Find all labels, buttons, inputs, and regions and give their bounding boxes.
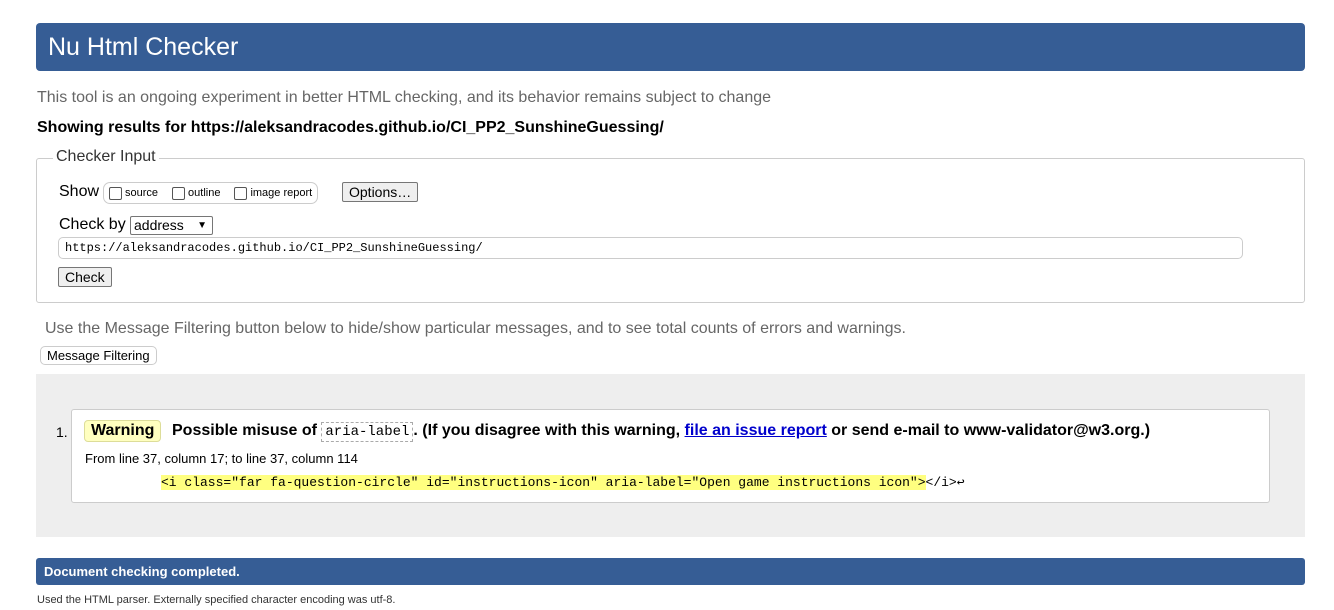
file-issue-link[interactable]: file an issue report <box>685 422 827 439</box>
message-number: 1. <box>56 424 68 440</box>
show-options-group: source outline image report <box>103 182 319 204</box>
checkbox-label: outline <box>188 187 221 199</box>
checkbox-source[interactable]: source <box>109 186 159 200</box>
checkbox-box[interactable] <box>172 186 186 200</box>
parser-info: Used the HTML parser. Externally specifi… <box>37 594 396 606</box>
checkbox-label: image report <box>250 187 313 199</box>
checker-input-fieldset <box>36 158 1305 303</box>
fieldset-legend: Checker Input <box>53 148 159 166</box>
check-by-label: Check by <box>59 216 126 233</box>
warning-badge: Warning <box>84 420 162 442</box>
check-by-select[interactable]: address ▼ <box>130 216 213 235</box>
message-text: Possible misuse of aria-label. (If you d… <box>172 422 1151 442</box>
checkbox-outline[interactable]: outline <box>172 186 221 200</box>
checkbox-box[interactable] <box>109 186 122 200</box>
message-location: From line 37, column 17; to line 37, col… <box>85 451 358 466</box>
checkbox-box[interactable] <box>234 186 248 200</box>
code-tail: </i>↩ <box>925 475 965 490</box>
completion-banner: Document checking completed. <box>36 558 1305 585</box>
intro-text: This tool is an ongoing experiment in be… <box>37 89 772 106</box>
select-value: address <box>134 217 184 233</box>
checkbox-label: source <box>125 187 159 199</box>
url-input[interactable]: https://aleksandracodes.github.io/CI_PP2… <box>58 237 1243 259</box>
message-text-part: Possible misuse of <box>172 422 322 439</box>
checkbox-image-report[interactable]: image report <box>234 186 313 200</box>
filter-info-text: Use the Message Filtering button below t… <box>45 320 906 337</box>
page-title: Nu Html Checker <box>36 23 1305 71</box>
message-text-part: . (If you disagree with this warning, <box>413 422 685 439</box>
code-extract: <i class="far fa-question-circle" id="in… <box>161 475 965 490</box>
options-button[interactable]: Options… <box>342 182 419 202</box>
attribute-code: aria-label <box>321 422 414 442</box>
results-for-heading: Showing results for https://aleksandraco… <box>37 119 664 136</box>
highlighted-code: <i class="far fa-question-circle" id="in… <box>161 475 926 490</box>
message-text-part: or send e-mail to www-validator@w3.org.) <box>826 422 1151 439</box>
message-filtering-button[interactable]: Message Filtering <box>40 346 157 365</box>
chevron-down-icon: ▼ <box>197 220 207 231</box>
show-label: Show <box>59 183 100 200</box>
check-button[interactable]: Check <box>58 267 112 287</box>
